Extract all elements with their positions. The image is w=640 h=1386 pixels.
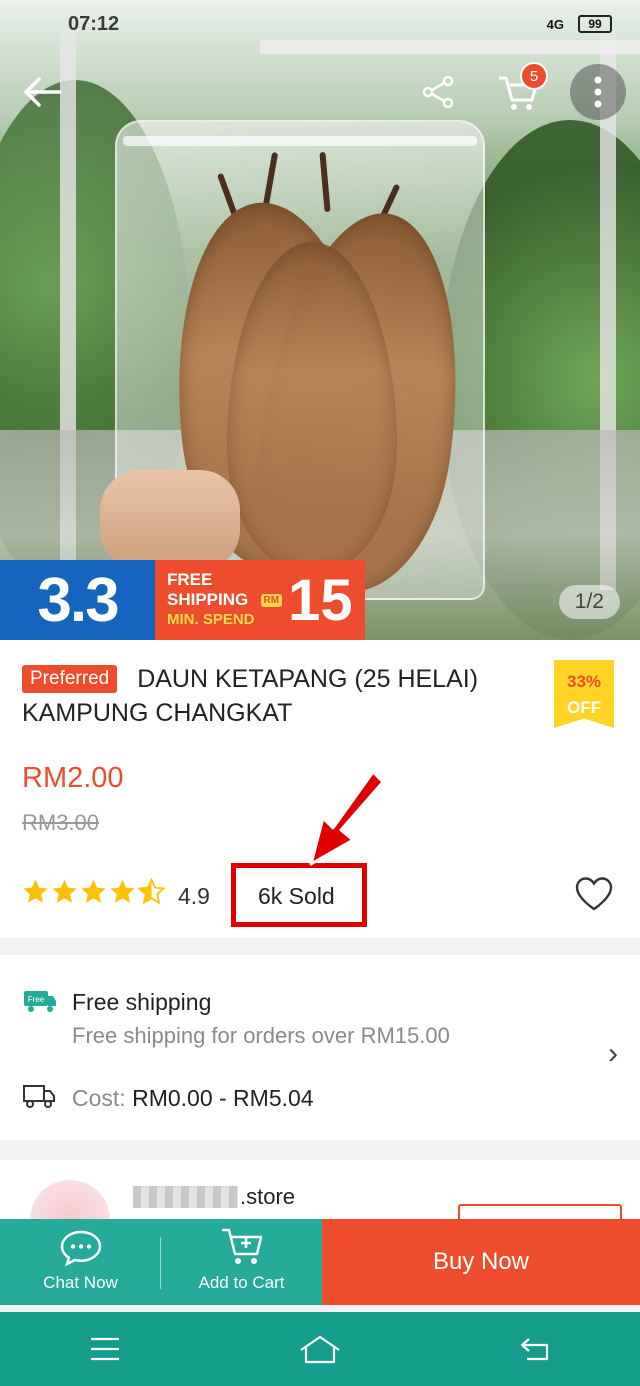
rating-stars <box>22 878 165 905</box>
promo-line-3: MIN. SPEND <box>167 611 255 628</box>
system-navigation-bar <box>0 1312 640 1386</box>
promo-text: FREE SHIPPING MIN. SPEND <box>167 570 255 630</box>
promo-line-2: SHIPPING <box>167 590 249 609</box>
menu-icon[interactable] <box>89 1336 121 1362</box>
home-icon[interactable] <box>298 1334 342 1364</box>
product-image[interactable]: 07:12 4G 99 5 <box>0 0 640 640</box>
current-price: RM2.00 <box>22 762 124 794</box>
shipping-cost: Cost: RM0.00 - RM5.04 <box>72 1085 314 1112</box>
product-title: Preferred DAUN KETAPANG (25 HELAI) KAMPUN… <box>22 662 532 730</box>
status-bar: 07:12 4G 99 <box>0 0 640 48</box>
hand <box>100 470 240 570</box>
rating-value: 4.9 <box>178 883 210 909</box>
star-full-icon <box>81 879 106 903</box>
star-full-icon <box>52 879 77 903</box>
promo-amount: 15 <box>288 567 353 633</box>
share-button[interactable] <box>410 64 466 120</box>
chat-bubble-icon <box>60 1230 101 1267</box>
back-button[interactable] <box>14 64 70 120</box>
favorite-heart-icon[interactable] <box>574 876 614 912</box>
delivery-truck-icon <box>23 1085 55 1108</box>
more-vertical-icon <box>594 76 602 108</box>
star-full-icon <box>110 879 135 903</box>
chat-now-button[interactable]: Chat Now <box>0 1219 161 1305</box>
shipping-section[interactable]: Free Free shipping Free shipping for ord… <box>0 955 640 1140</box>
annotation-arrow-icon <box>309 770 385 866</box>
chat-now-label: Chat Now <box>43 1273 118 1292</box>
star-full-icon <box>23 879 48 903</box>
promo-banner: 3.3 FREE SHIPPING MIN. SPEND RM 15 <box>0 560 365 640</box>
campaign-label: 3.3 <box>0 560 155 640</box>
shipping-cost-label: Cost: <box>72 1085 126 1111</box>
promo-line-1: FREE <box>167 570 213 589</box>
shop-name: .store <box>240 1184 296 1209</box>
add-to-cart-label: Add to Cart <box>198 1273 285 1292</box>
free-icon-label: Free <box>28 995 45 1004</box>
buy-now-button[interactable]: Buy Now <box>322 1219 640 1305</box>
back-arrow-icon <box>23 77 62 107</box>
back-icon[interactable] <box>519 1336 551 1362</box>
share-icon <box>422 75 454 109</box>
discount-badge: 33% OFF <box>554 660 614 728</box>
sold-count: 6k Sold <box>258 883 335 909</box>
chevron-right-icon[interactable]: › <box>608 1037 618 1071</box>
free-shipping-truck-icon: Free <box>24 991 56 1012</box>
cart-button[interactable]: 5 <box>490 62 548 120</box>
discount-percent: 33% <box>566 672 602 691</box>
preferred-badge: Preferred <box>22 665 118 693</box>
more-menu-button[interactable] <box>570 64 626 120</box>
discount-off-label: OFF <box>567 698 601 717</box>
bag-zip <box>123 136 477 146</box>
leaf-stem <box>319 151 331 213</box>
original-price: RM3.00 <box>22 810 100 835</box>
cart-count-badge: 5 <box>520 62 548 90</box>
promo-currency: RM <box>260 593 283 607</box>
battery-icon: 99 <box>578 15 612 33</box>
free-shipping-subtitle: Free shipping for orders over RM15.00 <box>72 1023 450 1048</box>
free-shipping-promo: FREE SHIPPING MIN. SPEND RM 15 <box>155 560 365 640</box>
status-icons: 4G 99 <box>547 15 612 33</box>
add-to-cart-button[interactable]: Add to Cart <box>161 1219 322 1305</box>
bottom-action-bar: Chat Now Add to Cart Buy Now <box>0 1219 640 1305</box>
product-info-card: Preferred DAUN KETAPANG (25 HELAI) KAMPUN… <box>0 640 640 938</box>
shipping-cost-value: RM0.00 - RM5.04 <box>132 1085 314 1111</box>
image-pager: 1/2 <box>558 585 620 619</box>
add-to-cart-icon <box>221 1228 262 1264</box>
star-half-icon <box>138 878 165 905</box>
status-time: 07:12 <box>68 12 120 35</box>
network-label: 4G <box>546 16 564 32</box>
free-shipping-title: Free shipping <box>72 989 212 1015</box>
shop-name-redacted <box>133 1186 238 1208</box>
